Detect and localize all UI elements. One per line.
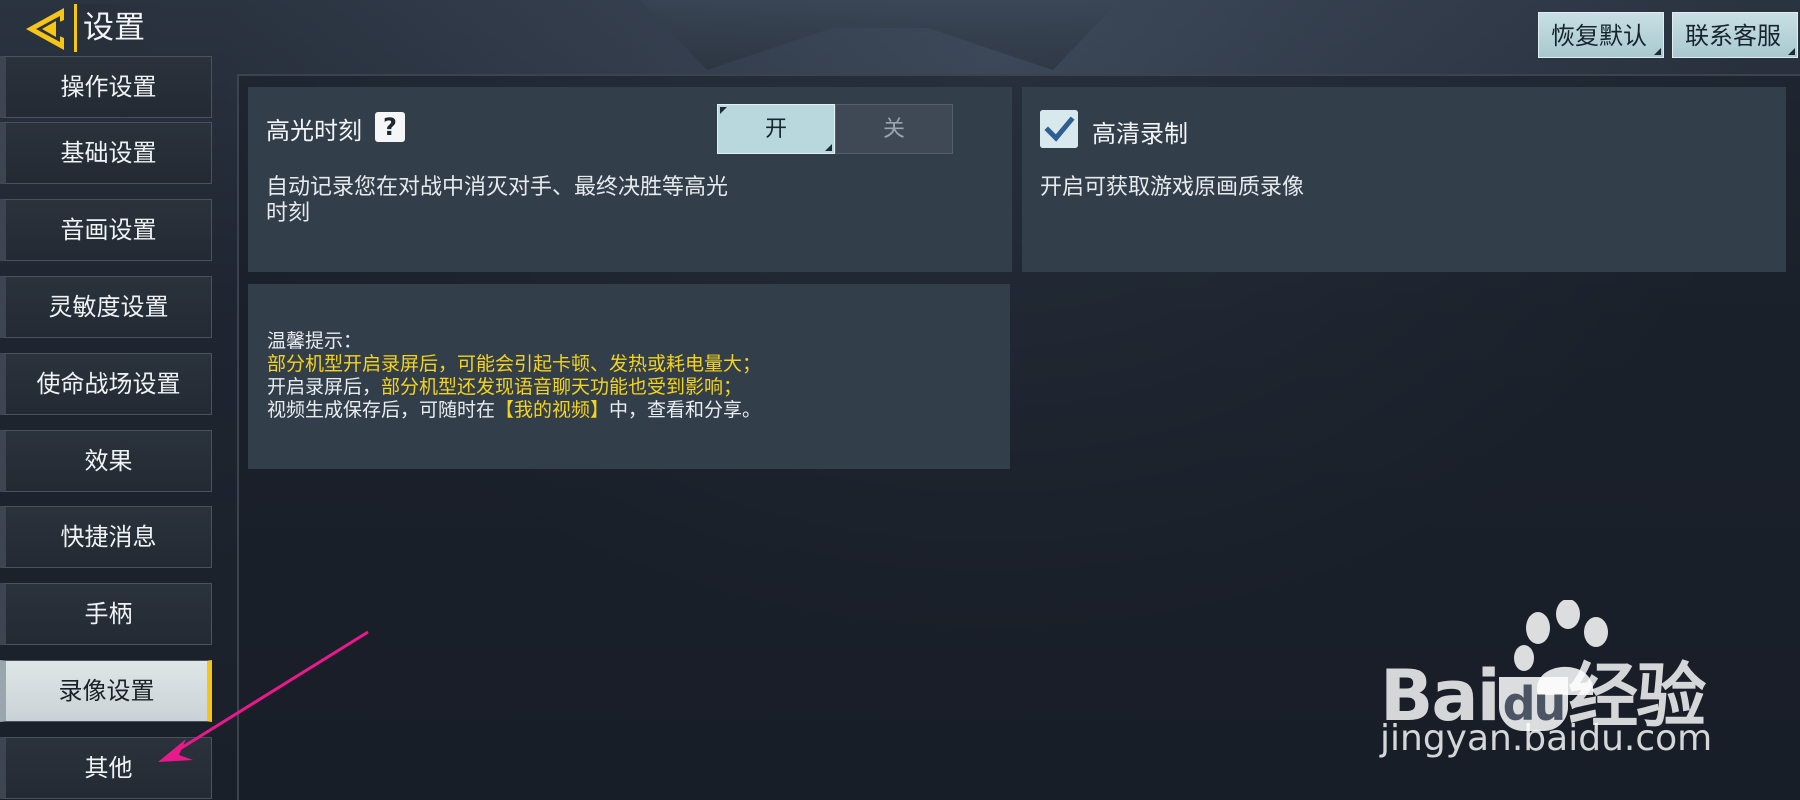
baidu-watermark: Baidu经验 jingyan.baidu.com [1380,600,1780,780]
tips-text-segment: 视频生成保存后，可随时在 [267,399,496,421]
sidebar-item-controls[interactable]: 操作设置 [0,56,212,118]
toggle-on-option[interactable]: 开 [717,104,835,154]
sidebar-item-controller[interactable]: 手柄 [0,583,212,645]
page-title: 设置 [74,4,159,52]
tips-line: 开启录屏后，部分机型还发现语音聊天功能也受到影响； [267,376,761,399]
hd-recording-checkbox[interactable] [1040,110,1078,148]
header: 设置 恢复默认 联系客服 [0,0,1800,72]
toggle-off-option[interactable]: 关 [835,104,953,154]
sidebar-item-basic[interactable]: 基础设置 [0,122,212,184]
my-videos-link: 【我的视频】 [495,399,610,421]
help-icon[interactable]: ? [375,112,405,142]
tips-heading: 温馨提示： [267,330,363,352]
sidebar-item-battle-royale[interactable]: 使命战场设置 [0,353,212,415]
checkmark-icon [1040,110,1078,148]
sidebar-item-other[interactable]: 其他 [0,737,212,799]
contact-support-button[interactable]: 联系客服 [1672,12,1798,58]
sidebar-item-recording[interactable]: 录像设置 [0,660,212,722]
description-line: 自动记录您在对战中消灭对手、最终决胜等高光 [266,175,729,200]
sidebar-item-audio-video[interactable]: 音画设置 [0,199,212,261]
tips-highlight-segment: 部分机型还发现语音聊天功能也受到影响； [381,376,743,398]
back-arrow-icon[interactable] [24,6,74,52]
highlight-moments-description: 自动记录您在对战中消灭对手、最终决胜等高光 时刻 [266,175,728,227]
sidebar-item-sensitivity[interactable]: 灵敏度设置 [0,276,212,338]
restore-default-button[interactable]: 恢复默认 [1538,12,1664,58]
tips-text-segment: 开启录屏后， [267,376,382,398]
tips-line: 部分机型开启录屏后，可能会引起卡顿、发热或耗电量大； [267,353,762,375]
watermark-url: jingyan.baidu.com [1380,718,1713,759]
tips-line: 视频生成保存后，可随时在【我的视频】中，查看和分享。 [267,399,761,422]
hd-recording-description: 开启可获取游戏原画质录像 [1040,175,1305,200]
sidebar-item-effects[interactable]: 效果 [0,430,212,492]
description-line: 时刻 [266,201,311,226]
sidebar-item-quick-messages[interactable]: 快捷消息 [0,506,212,568]
highlight-moments-title: 高光时刻 [266,117,362,145]
hd-recording-title: 高清录制 [1092,120,1188,148]
tips-text: 温馨提示： 部分机型开启录屏后，可能会引起卡顿、发热或耗电量大； 开启录屏后，部… [267,330,761,422]
settings-sidebar: 操作设置 基础设置 音画设置 灵敏度设置 使命战场设置 效果 快捷消息 手柄 录… [0,56,215,800]
tips-text-segment: 中，查看和分享。 [609,399,762,421]
highlight-moments-toggle[interactable]: 开 关 [717,104,953,154]
